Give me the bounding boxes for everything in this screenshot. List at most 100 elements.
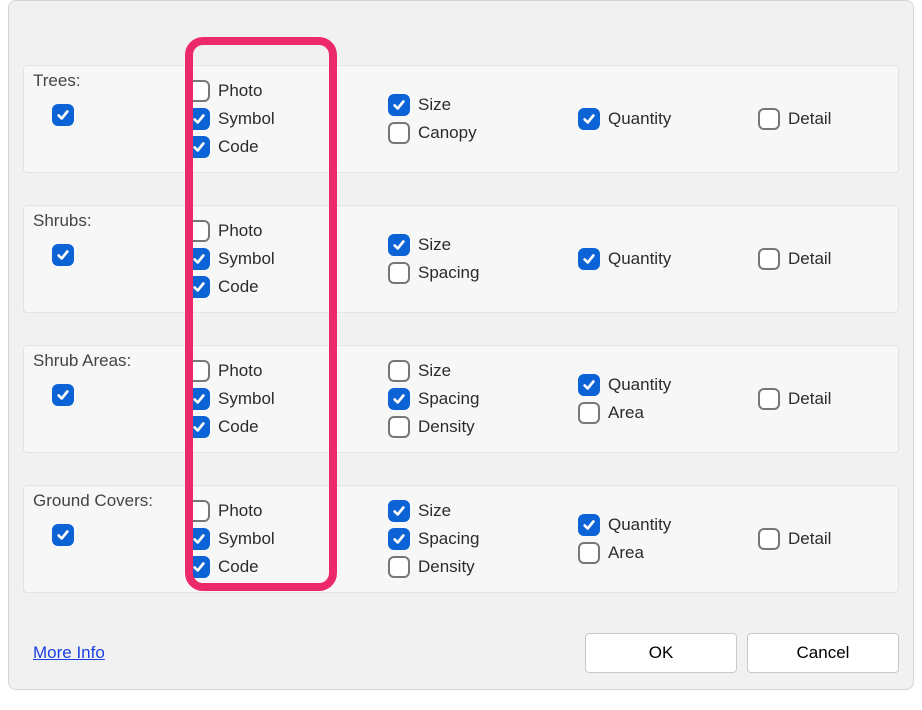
ground-covers-detail-checkbox[interactable]: Detail [758,528,892,550]
shrub-areas-density-checkbox[interactable]: Density [388,416,578,438]
shrubs-master-col [24,244,188,274]
ground-covers-area-checkbox[interactable]: Area [578,542,758,564]
shrub-areas-quantity-label: Quantity [608,375,671,395]
trees-canopy-checkbox[interactable]: Canopy [388,122,578,144]
shrubs-col3: Quantity [578,248,758,270]
shrub-areas-code-label: Code [218,417,259,437]
section-trees: Trees: Photo Symbol Code Size Canopy [9,65,913,173]
shrub-areas-area-checkbox[interactable]: Area [578,402,758,424]
shrub-areas-master-checkbox[interactable] [52,384,74,406]
section-shrub-areas: Shrub Areas: Photo Symbol Code Size Spac… [9,345,913,453]
ground-covers-spacing-checkbox[interactable]: Spacing [388,528,578,550]
shrubs-detail-checkbox[interactable]: Detail [758,248,892,270]
trees-master-col [24,104,188,134]
shrubs-quantity-label: Quantity [608,249,671,269]
ground-covers-photo-checkbox[interactable]: Photo [188,500,388,522]
settings-dialog: Trees: Photo Symbol Code Size Canopy [8,0,914,690]
ground-covers-master-col [24,524,188,554]
ground-covers-quantity-label: Quantity [608,515,671,535]
ground-covers-code-checkbox[interactable]: Code [188,556,388,578]
trees-master-checkbox[interactable] [52,104,74,126]
shrub-areas-detail-checkbox[interactable]: Detail [758,388,892,410]
shrub-areas-photo-label: Photo [218,361,262,381]
shrubs-photo-label: Photo [218,221,262,241]
section-shrubs: Shrubs: Photo Symbol Code Size Spacing Q… [9,205,913,313]
ground-covers-area-label: Area [608,543,644,563]
ok-button[interactable]: OK [585,633,737,673]
shrub-areas-col4: Detail [758,388,892,410]
section-ground-covers: Ground Covers: Photo Symbol Code Size Sp… [9,485,913,593]
cancel-button[interactable]: Cancel [747,633,899,673]
shrubs-col4: Detail [758,248,892,270]
trees-photo-label: Photo [218,81,262,101]
ground-covers-density-checkbox[interactable]: Density [388,556,578,578]
trees-code-checkbox[interactable]: Code [188,136,388,158]
shrub-areas-photo-checkbox[interactable]: Photo [188,360,388,382]
shrubs-size-checkbox[interactable]: Size [388,234,578,256]
shrubs-spacing-checkbox[interactable]: Spacing [388,262,578,284]
ground-covers-col1: Photo Symbol Code [188,500,388,578]
trees-canopy-label: Canopy [418,123,477,143]
shrubs-quantity-checkbox[interactable]: Quantity [578,248,758,270]
shrub-areas-size-checkbox[interactable]: Size [388,360,578,382]
dialog-footer: More Info OK Cancel [33,633,899,673]
ground-covers-master-checkbox[interactable] [52,524,74,546]
shrub-areas-col3: Quantity Area [578,374,758,424]
ground-covers-label: Ground Covers: [33,491,153,511]
ground-covers-symbol-label: Symbol [218,529,275,549]
ground-covers-detail-label: Detail [788,529,831,549]
trees-quantity-checkbox[interactable]: Quantity [578,108,758,130]
ground-covers-symbol-checkbox[interactable]: Symbol [188,528,388,550]
ground-covers-col4: Detail [758,528,892,550]
shrub-areas-detail-label: Detail [788,389,831,409]
trees-col1: Photo Symbol Code [188,80,388,158]
ground-covers-col2: Size Spacing Density [388,500,578,578]
ground-covers-size-checkbox[interactable]: Size [388,500,578,522]
shrub-areas-area-label: Area [608,403,644,423]
shrub-areas-spacing-checkbox[interactable]: Spacing [388,388,578,410]
shrub-areas-size-label: Size [418,361,451,381]
shrubs-row: Photo Symbol Code Size Spacing Quantity … [23,205,899,313]
shrubs-size-label: Size [418,235,451,255]
shrubs-col1: Photo Symbol Code [188,220,388,298]
trees-quantity-label: Quantity [608,109,671,129]
shrub-areas-symbol-checkbox[interactable]: Symbol [188,388,388,410]
shrub-areas-symbol-label: Symbol [218,389,275,409]
trees-detail-label: Detail [788,109,831,129]
ground-covers-density-label: Density [418,557,475,577]
trees-col2: Size Canopy [388,94,578,144]
shrub-areas-label: Shrub Areas: [33,351,131,371]
trees-size-checkbox[interactable]: Size [388,94,578,116]
shrubs-label: Shrubs: [33,211,92,231]
trees-symbol-checkbox[interactable]: Symbol [188,108,388,130]
shrub-areas-code-checkbox[interactable]: Code [188,416,388,438]
shrub-areas-row: Photo Symbol Code Size Spacing Density Q… [23,345,899,453]
ground-covers-size-label: Size [418,501,451,521]
shrubs-master-checkbox[interactable] [52,244,74,266]
ground-covers-spacing-label: Spacing [418,529,479,549]
shrub-areas-density-label: Density [418,417,475,437]
shrubs-detail-label: Detail [788,249,831,269]
ground-covers-quantity-checkbox[interactable]: Quantity [578,514,758,536]
shrub-areas-spacing-label: Spacing [418,389,479,409]
shrubs-code-label: Code [218,277,259,297]
ground-covers-code-label: Code [218,557,259,577]
trees-detail-checkbox[interactable]: Detail [758,108,892,130]
shrubs-photo-checkbox[interactable]: Photo [188,220,388,242]
shrub-areas-quantity-checkbox[interactable]: Quantity [578,374,758,396]
shrubs-code-checkbox[interactable]: Code [188,276,388,298]
trees-size-label: Size [418,95,451,115]
ground-covers-row: Photo Symbol Code Size Spacing Density Q… [23,485,899,593]
shrub-areas-col2: Size Spacing Density [388,360,578,438]
ground-covers-photo-label: Photo [218,501,262,521]
shrubs-spacing-label: Spacing [418,263,479,283]
ground-covers-col3: Quantity Area [578,514,758,564]
trees-row: Photo Symbol Code Size Canopy Quantity D… [23,65,899,173]
shrubs-symbol-label: Symbol [218,249,275,269]
trees-label: Trees: [33,71,81,91]
trees-col3: Quantity [578,108,758,130]
shrub-areas-master-col [24,384,188,414]
more-info-link[interactable]: More Info [33,643,105,663]
trees-photo-checkbox[interactable]: Photo [188,80,388,102]
shrubs-symbol-checkbox[interactable]: Symbol [188,248,388,270]
